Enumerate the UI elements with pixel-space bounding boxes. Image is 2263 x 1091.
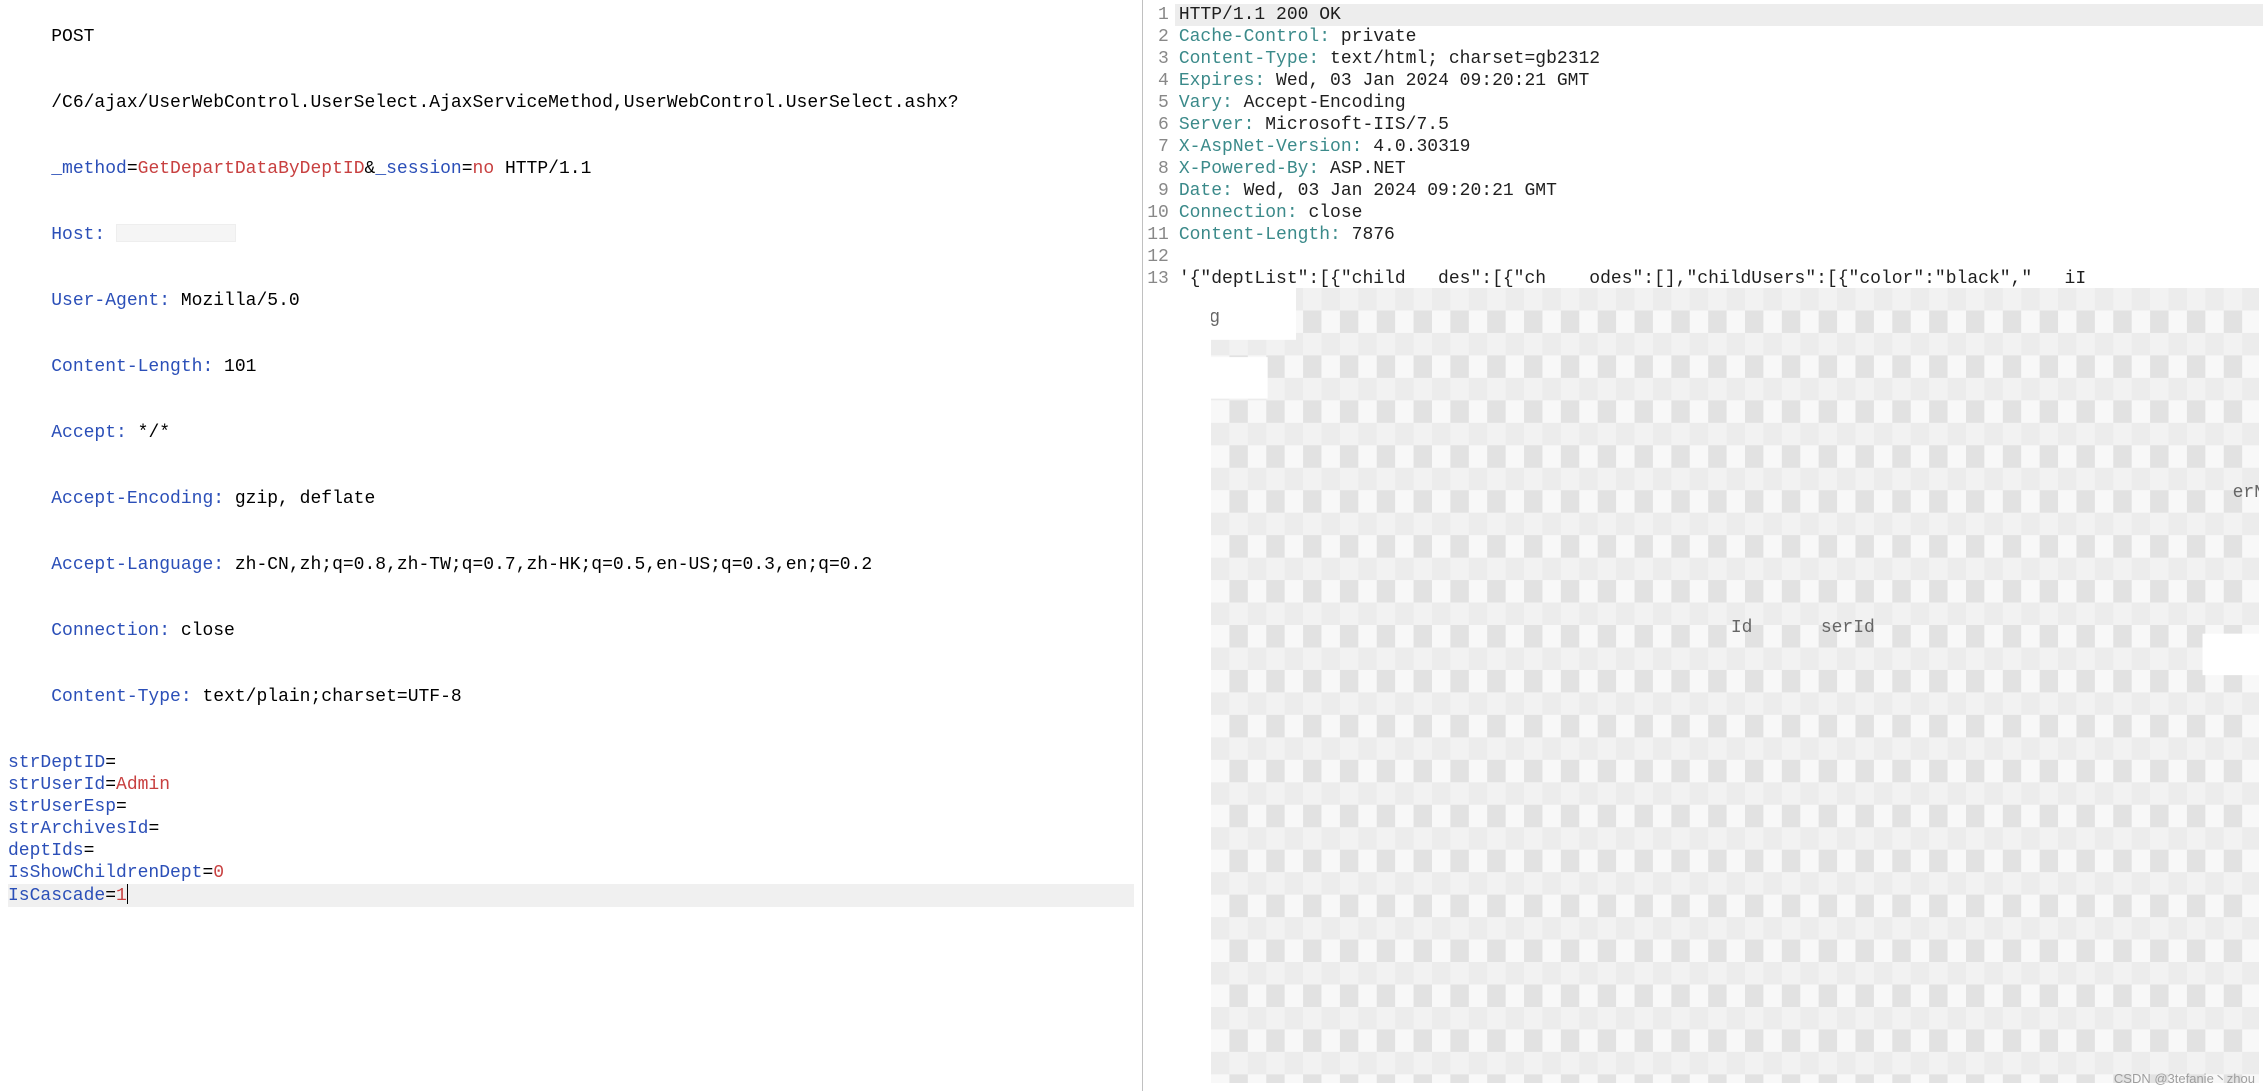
request-header-user-agent: User-Agent: Mozilla/5.0	[8, 268, 1134, 334]
line-number: 12	[1143, 246, 1169, 268]
line-number: 1	[1143, 4, 1169, 26]
body-param-row: deptIds=	[8, 840, 1134, 862]
response-line: Date: Wed, 03 Jan 2024 09:20:21 GMT	[1175, 180, 2263, 202]
request-header-content-length: Content-Length: 101	[8, 334, 1134, 400]
line-number: 5	[1143, 92, 1169, 114]
response-line: Connection: close	[1175, 202, 2263, 224]
response-line: Content-Length: 7876	[1175, 224, 2263, 246]
response-line: X-AspNet-Version: 4.0.30319	[1175, 136, 2263, 158]
line-number: 7	[1143, 136, 1169, 158]
response-line: Vary: Accept-Encoding	[1175, 92, 2263, 114]
line-number: 13	[1143, 268, 1169, 290]
response-line: X-Powered-By: ASP.NET	[1175, 158, 2263, 180]
request-panel[interactable]: POST /C6/ajax/UserWebControl.UserSelect.…	[0, 0, 1143, 1091]
body-param-row: strDeptID=	[8, 752, 1134, 774]
request-body: strDeptID=strUserId=AdminstrUserEsp=strA…	[8, 752, 1134, 907]
request-header-host: Host:	[8, 202, 1134, 268]
request-header-accept-language: Accept-Language: zh-CN,zh;q=0.8,zh-TW;q=…	[8, 532, 1134, 598]
response-line: HTTP/1.1 200 OK	[1175, 4, 2263, 26]
response-panel[interactable]: 12345678910111213 HTTP/1.1 200 OKCache-C…	[1143, 0, 2263, 1091]
body-param-row: IsShowChildrenDept=0	[8, 862, 1134, 884]
line-number: 3	[1143, 48, 1169, 70]
line-number: 10	[1143, 202, 1169, 224]
line-number: 8	[1143, 158, 1169, 180]
response-code-area: HTTP/1.1 200 OKCache-Control: privateCon…	[1175, 0, 2263, 1091]
response-line: Cache-Control: private	[1175, 26, 2263, 48]
response-line	[1175, 246, 2263, 268]
request-header-accept-encoding: Accept-Encoding: gzip, deflate	[8, 466, 1134, 532]
body-param-row: strUserEsp=	[8, 796, 1134, 818]
response-line: Content-Type: text/html; charset=gb2312	[1175, 48, 2263, 70]
request-url-line1: /C6/ajax/UserWebControl.UserSelect.AjaxS…	[8, 70, 1134, 136]
body-param-row: IsCascade=1	[8, 884, 1134, 907]
request-header-accept: Accept: */*	[8, 400, 1134, 466]
response-line: '{"deptList":[{"child des":[{"ch odes":[…	[1175, 268, 2263, 290]
line-number-gutter: 12345678910111213	[1143, 0, 1175, 1091]
response-line: Server: Microsoft-IIS/7.5	[1175, 114, 2263, 136]
body-param-row: strArchivesId=	[8, 818, 1134, 840]
line-number: 2	[1143, 26, 1169, 48]
request-header-connection: Connection: close	[8, 598, 1134, 664]
line-number: 11	[1143, 224, 1169, 246]
request-header-content-type: Content-Type: text/plain;charset=UTF-8	[8, 664, 1134, 730]
line-number: 4	[1143, 70, 1169, 92]
request-method: POST	[8, 4, 1134, 70]
response-line: Expires: Wed, 03 Jan 2024 09:20:21 GMT	[1175, 70, 2263, 92]
body-param-row: strUserId=Admin	[8, 774, 1134, 796]
request-blank-line	[8, 730, 1134, 752]
redacted-mosaic: ying wu erN Id serId gt	[1211, 288, 2259, 1083]
line-number: 9	[1143, 180, 1169, 202]
text-cursor	[127, 884, 129, 904]
request-url-line2: _method=GetDepartDataByDeptID&_session=n…	[8, 136, 1134, 202]
watermark: CSDN @3tefanie丶zhou	[2114, 1068, 2255, 1087]
line-number: 6	[1143, 114, 1169, 136]
